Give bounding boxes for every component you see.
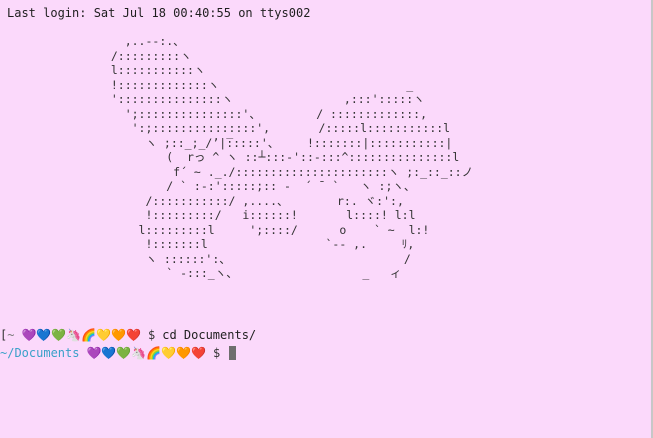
prompt-line-history: [~ 💜💙💚🦄🌈💛🧡❤️ $ cd Documents/ [0,328,256,343]
prompt-emoji-decoration: 💜💙💚🦄🌈💛🧡❤️ [21,328,141,342]
last-login-line: Last login: Sat Jul 18 00:40:55 on ttys0… [7,6,311,20]
terminal-window[interactable]: Last login: Sat Jul 18 00:40:55 on ttys0… [0,0,653,438]
ascii-art: ,..--:.、 /:::::::::ヽ l:::::::::::ヽ !::::… [110,34,474,280]
prompt-dollar: $ [213,346,221,360]
executed-command: cd Documents/ [162,328,257,342]
prompt-cwd: ~/Documents [0,346,80,360]
text-cursor[interactable] [229,346,237,361]
prompt-bracket: [ [0,328,8,342]
prompt-line-current[interactable]: ~/Documents 💜💙💚🦄🌈💛🧡❤️ $ [0,346,237,361]
prompt-dollar: $ [148,328,156,342]
prompt-emoji-decoration: 💜💙💚🦄🌈💛🧡❤️ [86,346,207,360]
prompt-home-dir: ~ [7,328,15,342]
